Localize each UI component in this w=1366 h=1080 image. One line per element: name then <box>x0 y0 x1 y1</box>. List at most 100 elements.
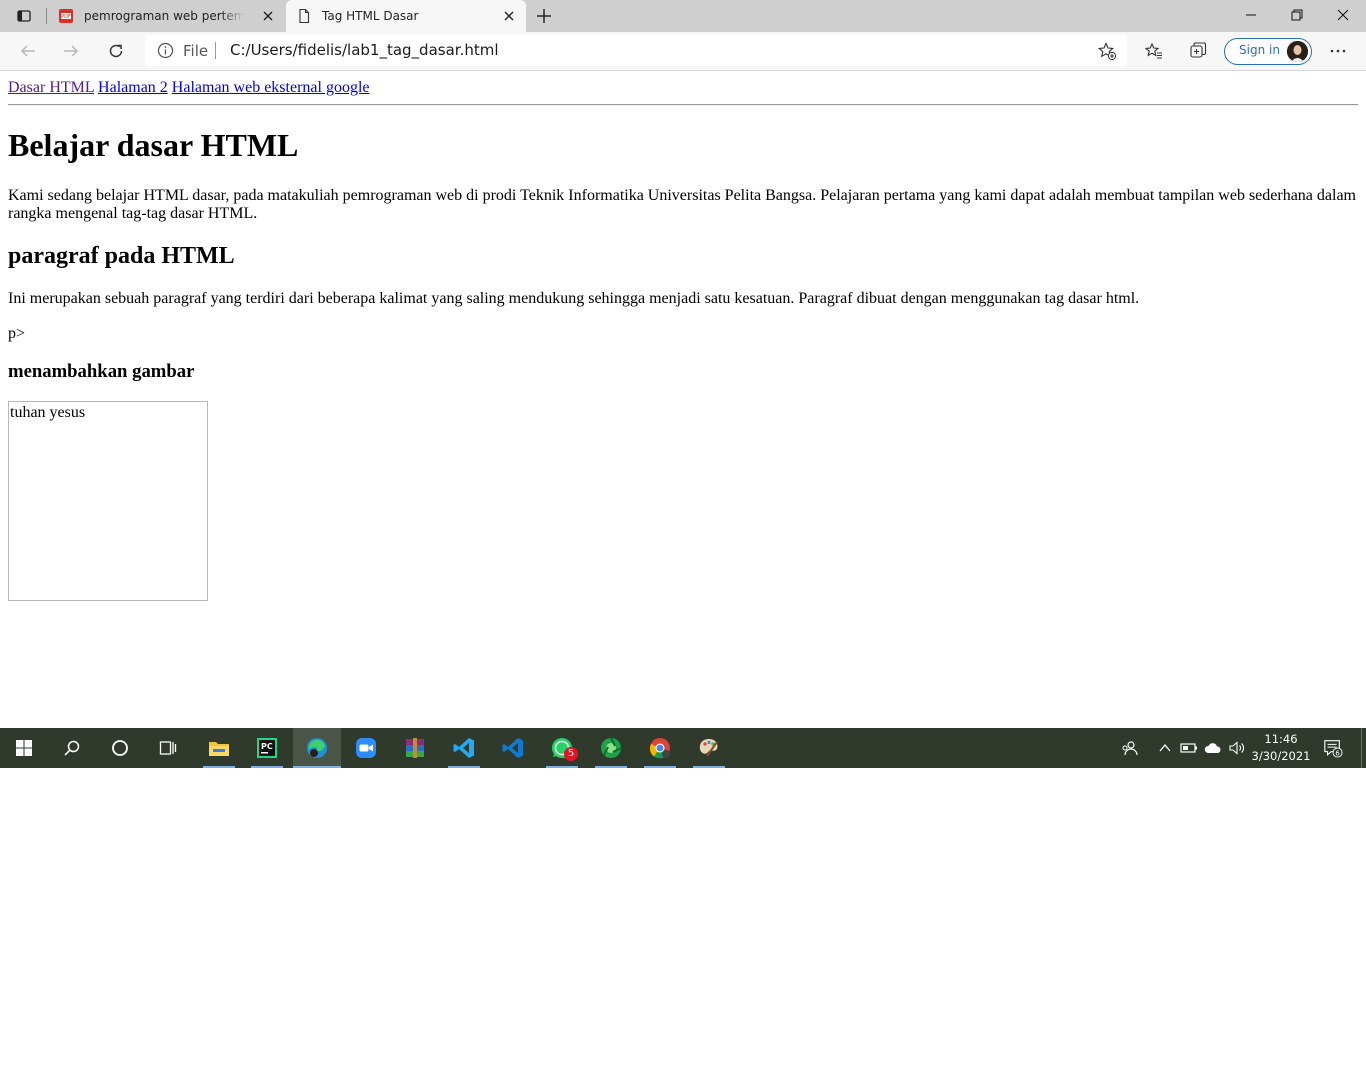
show-hidden-icons-button[interactable] <box>1155 738 1175 758</box>
scheme-label: File <box>183 42 209 60</box>
onedrive-button[interactable] <box>1203 738 1223 758</box>
back-arrow-icon <box>20 45 35 57</box>
tab-title: Tag HTML Dasar <box>322 9 419 23</box>
sign-in-button[interactable]: Sign in <box>1224 38 1312 65</box>
chevron-up-icon <box>1159 743 1171 752</box>
address-bar[interactable]: File C:/Users/fidelis/lab1_tag_dasar.htm… <box>145 35 1127 66</box>
cortana-button[interactable] <box>96 728 144 768</box>
close-icon[interactable] <box>261 9 275 23</box>
nav-link-google[interactable]: Halaman web eksternal google <box>172 79 370 96</box>
notification-count: 6 <box>1335 749 1339 757</box>
taskbar-chrome[interactable] <box>636 728 684 768</box>
people-icon <box>1122 741 1138 756</box>
stray-text: p> <box>8 325 26 342</box>
taskbar-file-explorer[interactable] <box>195 728 243 768</box>
task-view-icon <box>159 741 177 755</box>
add-favorite-icon[interactable] <box>1097 41 1117 61</box>
green-browser-icon <box>601 737 622 758</box>
cortana-icon <box>112 740 128 756</box>
taskbar-vscode-2[interactable] <box>489 728 537 768</box>
tab-title: pemrograman web pertemuan 3 <box>84 9 244 23</box>
taskbar-vscode[interactable] <box>440 728 488 768</box>
pycharm-icon: PC <box>257 738 277 758</box>
chrome-icon <box>649 738 670 759</box>
taskbar-whatsapp[interactable]: 5 <box>538 728 586 768</box>
page-title: Belajar dasar HTML <box>8 127 299 163</box>
svg-text:PC: PC <box>261 742 273 751</box>
nav-link-halaman-2[interactable]: Halaman 2 <box>98 79 168 96</box>
avatar <box>1287 41 1308 62</box>
close-icon[interactable] <box>502 9 516 23</box>
start-button[interactable] <box>0 728 48 768</box>
taskbar-winrar[interactable] <box>391 728 439 768</box>
file-explorer-icon <box>209 742 229 756</box>
intro-paragraph: Kami sedang belajar HTML dasar, pada mat… <box>8 187 1356 222</box>
url-text[interactable]: C:/Users/fidelis/lab1_tag_dasar.html <box>230 41 499 59</box>
page-icon <box>299 8 310 24</box>
minimize-button[interactable] <box>1228 0 1274 30</box>
browser-toolbar: File C:/Users/fidelis/lab1_tag_dasar.htm… <box>0 32 1366 71</box>
zoom-icon <box>356 738 376 758</box>
people-button[interactable] <box>1119 738 1139 758</box>
page-nav: Dasar HTML Halaman 2 Halaman web ekstern… <box>8 79 370 97</box>
refresh-button[interactable] <box>105 40 127 62</box>
info-icon[interactable] <box>157 42 174 59</box>
battery-button[interactable] <box>1179 738 1199 758</box>
pdf-icon: PDF <box>59 9 73 23</box>
svg-text:PDF: PDF <box>61 14 71 20</box>
taskbar-zoom[interactable] <box>342 728 390 768</box>
battery-icon <box>1180 743 1197 753</box>
show-desktop-button[interactable] <box>1361 728 1362 768</box>
action-center-button[interactable]: 6 <box>1323 738 1343 758</box>
favorites-icon <box>1144 42 1162 59</box>
more-icon <box>1330 49 1346 53</box>
tab-pdf[interactable]: PDF pemrograman web pertemuan 3 <box>48 0 285 32</box>
tab-divider <box>46 8 47 24</box>
horizontal-rule <box>8 104 1358 106</box>
taskbar-green-browser[interactable] <box>587 728 635 768</box>
taskbar-edge[interactable] <box>293 728 341 768</box>
taskbar-clock[interactable]: 11:46 3/30/2021 <box>1244 731 1318 765</box>
search-button[interactable] <box>48 728 96 768</box>
section-heading-gambar: menambahkan gambar <box>8 361 195 382</box>
start-icon <box>16 740 32 756</box>
close-window-button[interactable] <box>1320 0 1366 30</box>
search-icon <box>64 740 80 756</box>
web-page: Dasar HTML Halaman 2 Halaman web ekstern… <box>0 71 1366 728</box>
collections-button[interactable] <box>1187 40 1209 62</box>
collections-icon <box>1190 42 1207 58</box>
cloud-icon <box>1204 743 1221 753</box>
favorites-button[interactable] <box>1143 40 1165 62</box>
sign-in-label: Sign in <box>1239 43 1280 57</box>
winrar-icon <box>406 738 424 758</box>
new-tab-icon[interactable] <box>534 6 554 26</box>
tab-active[interactable]: Tag HTML Dasar <box>286 0 526 32</box>
windows-taskbar: PC 5 11:46 3/30/2021 6 <box>0 728 1366 768</box>
tab-actions-button[interactable] <box>8 6 40 26</box>
refresh-icon <box>109 44 123 58</box>
back-button[interactable] <box>17 40 39 62</box>
tab-actions-icon <box>17 10 31 22</box>
clock-date: 3/30/2021 <box>1251 749 1311 763</box>
vscode-icon <box>453 738 474 758</box>
address-divider <box>215 42 216 59</box>
paint-icon <box>699 739 718 757</box>
vscode-icon <box>502 738 523 758</box>
clock-time: 11:46 <box>1264 732 1298 746</box>
section-heading-paragraf: paragraf pada HTML <box>8 243 235 269</box>
taskbar-paint[interactable] <box>685 728 733 768</box>
restore-button[interactable] <box>1274 0 1320 30</box>
nav-link-dasar-html[interactable]: Dasar HTML <box>8 79 94 96</box>
image-alt-text: tuhan yesus <box>10 404 86 421</box>
forward-arrow-icon <box>64 45 79 57</box>
task-view-button[interactable] <box>144 728 192 768</box>
minimize-icon <box>1246 14 1256 16</box>
settings-more-button[interactable] <box>1327 40 1349 62</box>
taskbar-pycharm[interactable]: PC <box>243 728 291 768</box>
restore-icon <box>1291 9 1303 21</box>
broken-image: tuhan yesus <box>8 401 208 601</box>
forward-button[interactable] <box>60 40 82 62</box>
edge-icon <box>307 738 327 758</box>
paragraph-text: Ini merupakan sebuah paragraf yang terdi… <box>8 290 1140 307</box>
tab-strip: PDF pemrograman web pertemuan 3 Tag HTML… <box>0 0 1366 32</box>
